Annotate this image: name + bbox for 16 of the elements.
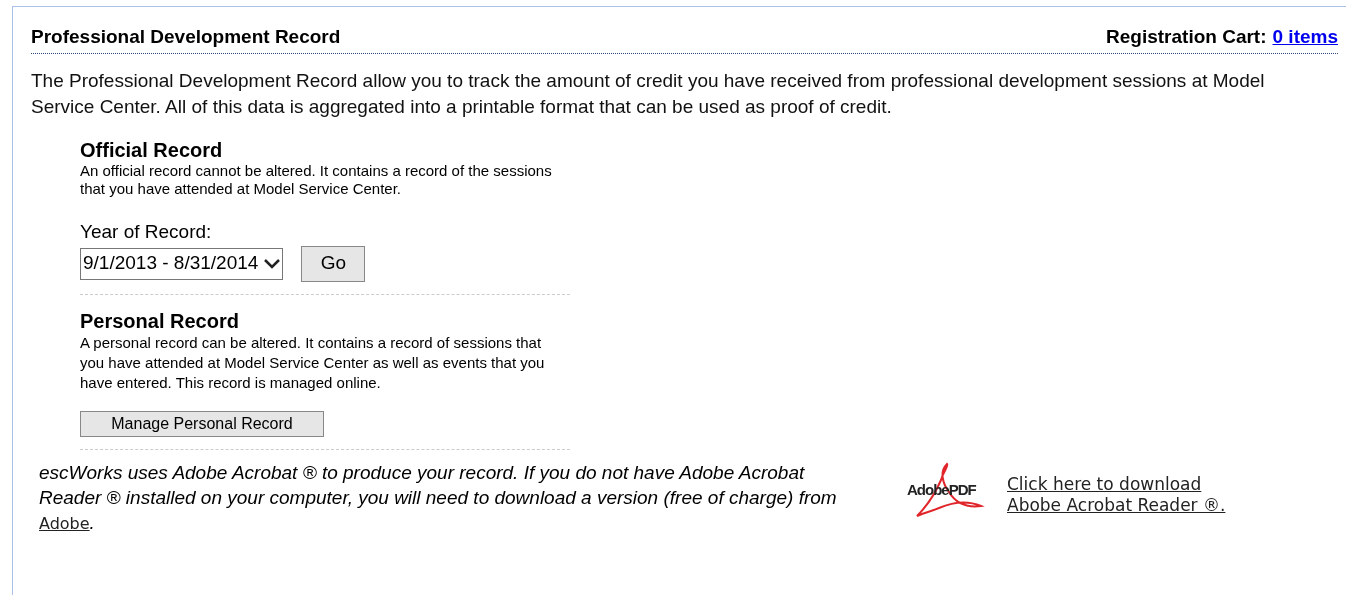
intro-text: The Professional Development Record allow you to track the amount of credit you have received from professional development sessions at Model Service Center. All of this data is aggregated into a printable format that can be used as proof of credit. (31, 68, 1266, 119)
cart-link[interactable]: 0 items (1272, 23, 1338, 52)
section-title: Official Record (80, 137, 224, 162)
download-reader-link[interactable]: Click here to download Abobe Acrobat Reader ®. (1007, 473, 1226, 516)
section-description: An official record cannot be altered. It contains a record of the sessions that you have attended at Model Service Center. (80, 161, 553, 198)
chevron-down-icon (264, 258, 281, 269)
page-title: Professional Development Record (31, 25, 341, 49)
section-description: A personal record can be altered. It contains a record of sessions that you have attended at Model Service Center as well as events that you have entered. This record is managed online. (80, 332, 546, 393)
acrobat-note: escWorks uses Adobe Acrobat ® to produce your record. If you do not have Adobe Acrobat Reader ® installed on your computer, you will need to download a version (free of charge) from Adobe. (39, 460, 838, 535)
year-label: Year of Record: (80, 219, 213, 244)
manage-record-button[interactable]: Manage Personal Record (80, 410, 324, 437)
adobe-link[interactable]: Adobe (39, 513, 90, 533)
year-select[interactable]: 9/1/2013 - 8/31/2014 (80, 247, 284, 280)
cart-label: Registration Cart: (1106, 25, 1267, 49)
section-title: Personal Record (80, 308, 240, 333)
go-button[interactable]: Go (301, 245, 366, 282)
